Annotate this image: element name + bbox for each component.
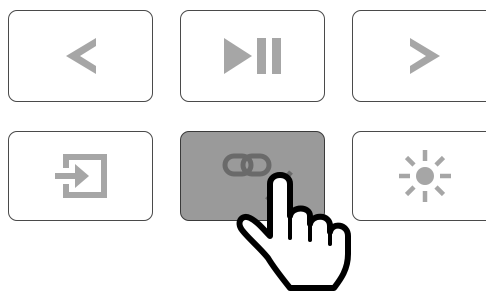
next-button[interactable]	[352, 10, 486, 102]
brightness-button[interactable]	[352, 131, 486, 221]
chevron-left-icon	[65, 38, 96, 74]
input-source-icon	[54, 154, 107, 198]
previous-button[interactable]	[8, 10, 153, 102]
input-source-button[interactable]	[8, 131, 153, 221]
pointing-hand-icon	[236, 172, 351, 291]
chevron-right-icon	[409, 38, 440, 74]
play-pause-icon	[223, 38, 281, 74]
brightness-icon	[398, 150, 451, 202]
play-pause-button[interactable]	[180, 10, 325, 102]
